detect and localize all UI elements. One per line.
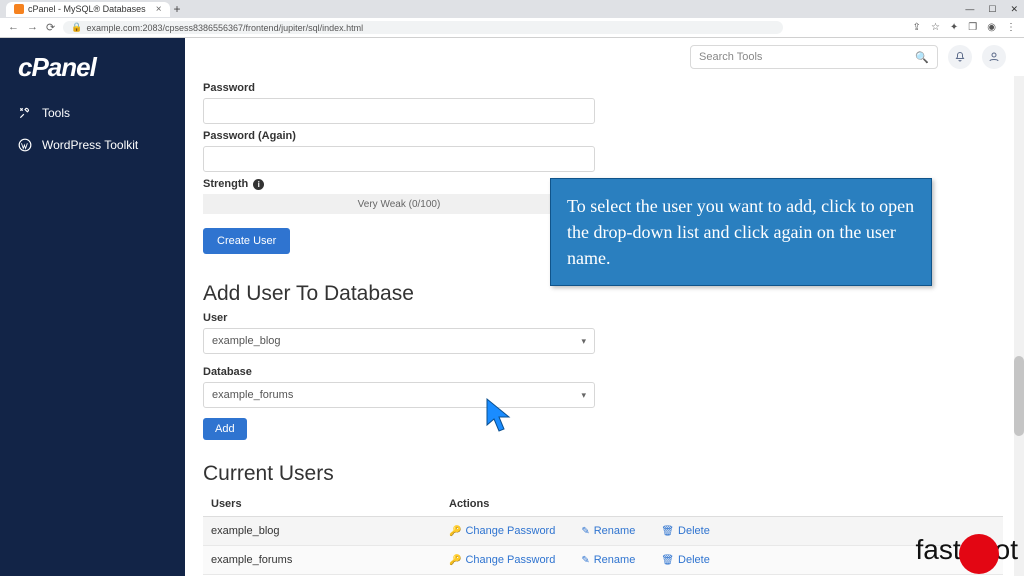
password-input[interactable] xyxy=(203,98,595,124)
topbar: Search Tools 🔍 xyxy=(185,38,1024,76)
search-placeholder: Search Tools xyxy=(699,51,762,63)
user-menu-button[interactable] xyxy=(982,45,1006,69)
password-again-input[interactable] xyxy=(203,146,595,172)
add-button[interactable]: Add xyxy=(203,418,247,440)
search-icon: 🔍 xyxy=(915,51,929,64)
tab-favicon xyxy=(14,4,24,14)
puzzle-icon[interactable]: ❐ xyxy=(968,22,977,33)
profile-icon[interactable]: ◉ xyxy=(987,22,996,33)
url-text: example.com:2083/cpsess8386556367/fronte… xyxy=(86,23,363,33)
notifications-button[interactable] xyxy=(948,45,972,69)
tab-close-icon[interactable]: × xyxy=(156,4,162,15)
nav-back-icon[interactable]: ← xyxy=(8,21,19,34)
browser-tab[interactable]: cPanel - MySQL® Databases × xyxy=(6,2,170,17)
rename-link[interactable]: ✎Rename xyxy=(581,554,635,566)
sidebar-item-tools[interactable]: Tools xyxy=(0,97,185,129)
red-dot-icon xyxy=(959,534,999,574)
password-label: Password xyxy=(203,82,1024,94)
browser-tab-strip: cPanel - MySQL® Databases × + — ☐ ✕ xyxy=(0,0,1024,18)
fastdot-watermark: fastot xyxy=(916,530,1019,570)
share-icon[interactable]: ⇪ xyxy=(913,22,921,33)
change-password-link[interactable]: 🔑Change Password xyxy=(449,525,555,537)
database-select-value: example_forums xyxy=(212,389,293,401)
strength-meter: Very Weak (0/100) xyxy=(203,194,595,214)
info-icon[interactable]: i xyxy=(253,179,264,190)
pencil-icon: ✎ xyxy=(581,555,589,566)
delete-link[interactable]: 🗑Delete xyxy=(661,525,710,537)
tools-icon xyxy=(18,106,32,120)
change-password-link[interactable]: 🔑Change Password xyxy=(449,554,555,566)
table-row: example_forums 🔑Change Password ✎Rename … xyxy=(203,546,1003,575)
window-close-icon[interactable]: ✕ xyxy=(1010,4,1018,15)
chevron-down-icon: ▾ xyxy=(581,336,586,347)
trash-icon: 🗑 xyxy=(661,555,674,566)
extensions-icon[interactable]: ✦ xyxy=(950,22,958,33)
sidebar-item-label: WordPress Toolkit xyxy=(42,138,138,152)
trash-icon: 🗑 xyxy=(661,526,674,537)
url-field[interactable]: 🔒 example.com:2083/cpsess8386556367/fron… xyxy=(63,21,783,34)
current-users-table: Users Actions example_blog 🔑Change Passw… xyxy=(203,492,1003,575)
user-select[interactable]: example_blog ▾ xyxy=(203,328,595,354)
rename-link[interactable]: ✎Rename xyxy=(581,525,635,537)
window-controls: — ☐ ✕ xyxy=(965,4,1018,15)
menu-icon[interactable]: ⋮ xyxy=(1006,22,1016,33)
table-row: example_blog 🔑Change Password ✎Rename 🗑D… xyxy=(203,517,1003,546)
browser-address-bar: ← → ⟳ 🔒 example.com:2083/cpsess838655636… xyxy=(0,18,1024,38)
column-header-users: Users xyxy=(211,498,449,510)
user-select-label: User xyxy=(203,312,1024,324)
sidebar-item-wordpress-toolkit[interactable]: WordPress Toolkit xyxy=(0,129,185,161)
tab-title: cPanel - MySQL® Databases xyxy=(28,4,146,14)
window-minimize-icon[interactable]: — xyxy=(965,4,974,15)
nav-forward-icon[interactable]: → xyxy=(27,21,38,34)
lock-icon: 🔒 xyxy=(71,22,82,33)
database-select-label: Database xyxy=(203,366,1024,378)
window-maximize-icon[interactable]: ☐ xyxy=(988,4,996,15)
user-cell: example_forums xyxy=(211,554,449,566)
scroll-thumb[interactable] xyxy=(1014,356,1024,436)
tutorial-callout: To select the user you want to add, clic… xyxy=(550,178,932,286)
cpanel-logo: cPanel xyxy=(0,52,185,97)
user-select-value: example_blog xyxy=(212,335,281,347)
search-tools-input[interactable]: Search Tools 🔍 xyxy=(690,45,938,69)
column-header-actions: Actions xyxy=(449,498,995,510)
delete-link[interactable]: 🗑Delete xyxy=(661,554,710,566)
user-cell: example_blog xyxy=(211,525,449,537)
chevron-down-icon: ▾ xyxy=(581,390,586,401)
password-again-label: Password (Again) xyxy=(203,130,1024,142)
sidebar-item-label: Tools xyxy=(42,106,70,120)
pencil-icon: ✎ xyxy=(581,526,589,537)
current-users-heading: Current Users xyxy=(203,462,1024,486)
wordpress-icon xyxy=(18,138,32,152)
create-user-button[interactable]: Create User xyxy=(203,228,290,254)
scrollbar[interactable] xyxy=(1014,76,1024,576)
key-icon: 🔑 xyxy=(449,526,461,537)
sidebar: cPanel Tools WordPress Toolkit xyxy=(0,38,185,576)
nav-reload-icon[interactable]: ⟳ xyxy=(46,21,55,34)
database-select[interactable]: example_forums ▾ xyxy=(203,382,595,408)
star-icon[interactable]: ☆ xyxy=(931,22,940,33)
key-icon: 🔑 xyxy=(449,555,461,566)
main-content: Search Tools 🔍 Password Password (Again)… xyxy=(185,38,1024,576)
new-tab-button[interactable]: + xyxy=(174,2,181,16)
